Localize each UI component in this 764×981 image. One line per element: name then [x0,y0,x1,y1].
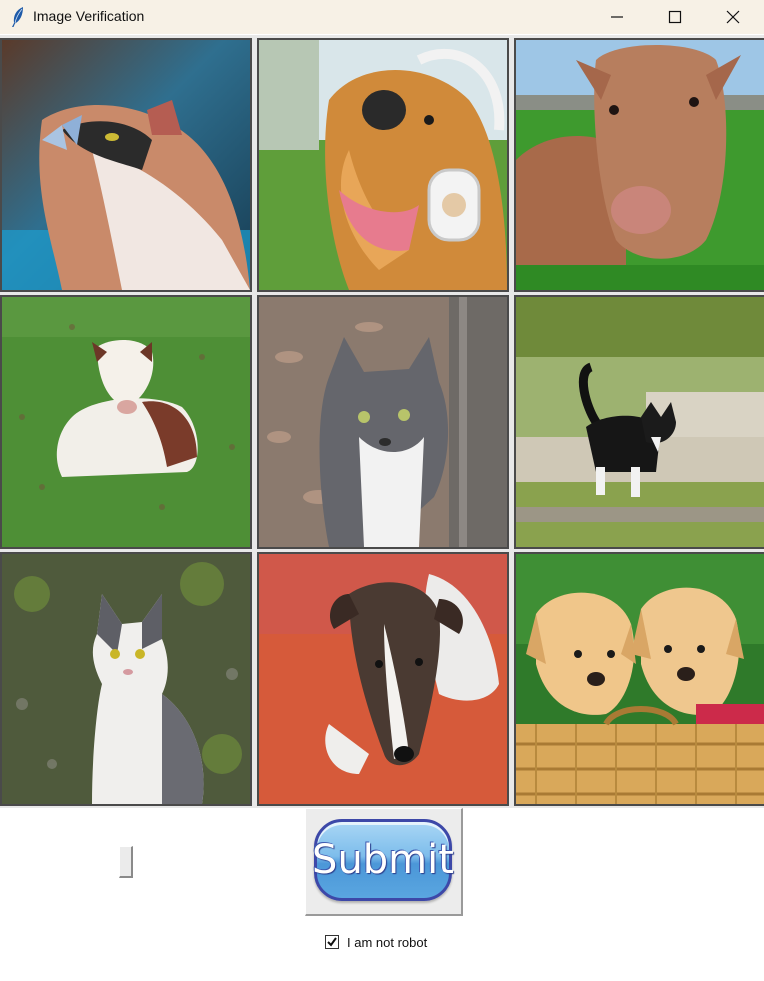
image-tile-4[interactable] [0,295,252,549]
image-tile-2[interactable] [257,38,509,292]
maximize-button[interactable] [646,0,704,34]
close-button[interactable] [704,0,762,34]
image-tile-1[interactable] [0,38,252,292]
window-title: Image Verification [33,8,145,24]
close-icon [726,10,740,24]
dog-on-red-blanket-photo [259,554,507,804]
submit-pill: Submit [312,819,454,901]
black-cat-walking-photo [516,297,764,547]
submit-button[interactable]: Submit [305,808,463,916]
image-grid [0,35,764,808]
minimize-icon [611,16,623,18]
title-bar: Image Verification [0,0,764,34]
image-tile-6[interactable] [514,295,764,549]
image-tile-7[interactable] [0,552,252,806]
small-button[interactable] [119,846,133,878]
puppies-in-basket-photo [516,554,764,804]
not-robot-label: I am not robot [347,934,428,950]
calf-lying-in-grass-photo [516,40,764,290]
dog-with-headphones-photo [259,40,507,290]
image-tile-5[interactable] [257,295,509,549]
feather-icon [9,6,27,28]
maximize-icon [668,10,682,24]
submit-label: Submit [312,837,454,883]
cat-with-butterfly-photo [2,40,250,290]
calf-on-lawn-photo [2,297,250,547]
image-tile-8[interactable] [257,552,509,806]
gray-white-cat-sitting-photo [2,554,250,804]
minimize-button[interactable] [588,0,646,34]
image-tile-9[interactable] [514,552,764,806]
gray-cat-by-tree-photo [259,297,507,547]
not-robot-checkbox[interactable] [325,935,339,949]
image-tile-3[interactable] [514,38,764,292]
not-robot-checkbox-row[interactable]: I am not robot [325,933,427,951]
checkmark-icon [327,937,337,947]
